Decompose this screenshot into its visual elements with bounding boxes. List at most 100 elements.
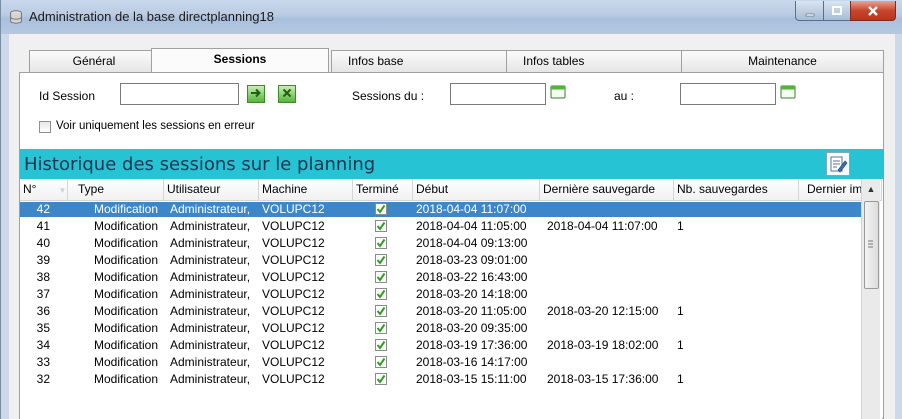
maximize-icon: [832, 6, 842, 15]
column-header-done[interactable]: Terminé: [353, 179, 413, 200]
table-row[interactable]: 40 Modification Administrateur, VOLUPC12 201…: [20, 236, 878, 251]
table-row[interactable]: 39 Modification Administrateur, VOLUPC12 201…: [20, 253, 878, 268]
database-icon: [10, 10, 22, 24]
only-errors-label: Voir uniquement les sessions en erreur: [56, 120, 255, 132]
cell-type: Modification: [94, 338, 159, 352]
table-row[interactable]: 33 Modification Administrateur, VOLUPC12 201…: [20, 355, 878, 370]
cell-number: 36: [36, 304, 50, 318]
done-checkbox: [375, 339, 387, 351]
column-header-label: Machine: [262, 182, 308, 196]
id-session-input[interactable]: [120, 83, 239, 105]
calendar-icon[interactable]: [780, 83, 796, 99]
close-icon: [868, 6, 878, 16]
done-checkbox: [375, 203, 387, 215]
column-header-number[interactable]: N° ▼: [20, 179, 68, 200]
column-header-label: Début: [416, 182, 449, 196]
cell-user: Administrateur,: [170, 338, 251, 352]
cell-number: 34: [36, 338, 50, 352]
tab-general[interactable]: Général: [29, 50, 159, 72]
cell-start: 2018-03-20 14:18:00: [416, 287, 528, 301]
check-icon: [376, 289, 386, 299]
column-header-type[interactable]: Type: [68, 179, 164, 200]
tab-label: Infos tables: [523, 54, 585, 68]
calendar-icon[interactable]: [550, 83, 566, 99]
sessions-to-date-input[interactable]: [680, 83, 776, 105]
only-errors-checkbox[interactable]: [39, 121, 51, 133]
table-row[interactable]: 34 Modification Administrateur, VOLUPC12 201…: [20, 338, 878, 353]
cell-user: Administrateur,: [170, 236, 251, 250]
column-header-machine[interactable]: Machine: [259, 179, 353, 200]
tab-label: Général: [72, 54, 116, 68]
column-header-label: Terminé: [356, 182, 399, 196]
grip-icon: [868, 240, 873, 248]
cell-machine: VOLUPC12: [262, 219, 325, 233]
sessions-from-label: Sessions du :: [352, 89, 425, 103]
scroll-up-arrow-icon[interactable]: ▲: [862, 179, 880, 200]
title-bar: Administration de la base directplanning…: [1, 0, 902, 34]
cell-last-save: 2018-03-15 17:36:00: [547, 372, 659, 386]
cell-number: 40: [36, 236, 50, 250]
cell-type: Modification: [94, 202, 159, 216]
close-button[interactable]: [850, 1, 896, 21]
to-label: au :: [614, 89, 635, 103]
tab-infos-base[interactable]: Infos base: [331, 50, 511, 72]
column-header-save-count[interactable]: Nb. sauvegardes: [674, 179, 799, 200]
table-row[interactable]: 32 Modification Administrateur, VOLUPC12 201…: [20, 372, 878, 387]
cell-type: Modification: [94, 372, 159, 386]
minimize-button[interactable]: [795, 1, 824, 21]
cell-machine: VOLUPC12: [262, 355, 325, 369]
tab-infos-tables[interactable]: Infos tables: [506, 50, 686, 72]
cell-type: Modification: [94, 287, 159, 301]
check-icon: [376, 238, 386, 248]
vertical-scrollbar[interactable]: ▲: [861, 179, 880, 419]
cell-machine: VOLUPC12: [262, 372, 325, 386]
sessions-grid: N° ▼ Type Utilisateur Machine Terminé Déb…: [20, 179, 882, 419]
cell-start: 2018-03-20 11:05:00: [416, 304, 527, 318]
cell-number: 39: [36, 253, 50, 267]
cell-type: Modification: [94, 355, 159, 369]
tab-sessions[interactable]: Sessions: [151, 48, 329, 72]
cell-user: Administrateur,: [170, 372, 251, 386]
cell-start: 2018-03-19 17:36:00: [416, 338, 528, 352]
table-row[interactable]: 42 Modification Administrateur, VOLUPC12 201…: [20, 202, 878, 217]
cell-number: 42: [36, 202, 50, 216]
cell-last-save: 2018-03-19 18:02:00: [547, 338, 659, 352]
tab-maintenance[interactable]: Maintenance: [681, 50, 884, 72]
table-row[interactable]: 35 Modification Administrateur, VOLUPC12 201…: [20, 321, 878, 336]
done-checkbox: [375, 288, 387, 300]
cell-type: Modification: [94, 219, 159, 233]
tab-label: Maintenance: [748, 54, 817, 68]
table-row[interactable]: 37 Modification Administrateur, VOLUPC12 201…: [20, 287, 878, 302]
cell-machine: VOLUPC12: [262, 287, 325, 301]
cell-user: Administrateur,: [170, 304, 251, 318]
column-header-label: Utilisateur: [167, 182, 221, 196]
clear-button[interactable]: [278, 85, 296, 103]
column-header-last-save[interactable]: Dernière sauvegarde: [540, 179, 674, 200]
maximize-button[interactable]: [823, 1, 851, 21]
go-button[interactable]: [247, 85, 265, 103]
table-row[interactable]: 41 Modification Administrateur, VOLUPC12 201…: [20, 219, 878, 234]
column-header-start[interactable]: Début: [413, 179, 540, 200]
cell-type: Modification: [94, 253, 159, 267]
done-checkbox: [375, 373, 387, 385]
cell-start: 2018-03-23 09:01:00: [416, 253, 528, 267]
sessions-from-date-input[interactable]: [450, 83, 546, 105]
check-icon: [376, 340, 386, 350]
tab-label: Infos base: [348, 54, 404, 68]
cell-user: Administrateur,: [170, 253, 251, 267]
table-row[interactable]: 36 Modification Administrateur, VOLUPC12 201…: [20, 304, 878, 319]
cell-machine: VOLUPC12: [262, 338, 325, 352]
cell-save-count: 1: [677, 304, 684, 318]
cell-machine: VOLUPC12: [262, 270, 325, 284]
cell-user: Administrateur,: [170, 321, 251, 335]
report-edit-icon[interactable]: [826, 152, 850, 176]
cell-start: 2018-04-04 11:07:00: [416, 202, 527, 216]
cell-start: 2018-03-15 15:11:00: [416, 372, 527, 386]
column-header-user[interactable]: Utilisateur: [164, 179, 259, 200]
arrow-right-icon: [251, 88, 261, 98]
grid-header: N° ▼ Type Utilisateur Machine Terminé Déb…: [20, 179, 882, 201]
cell-start: 2018-04-04 11:05:00: [416, 219, 527, 233]
scrollbar-thumb[interactable]: [864, 201, 879, 289]
table-row[interactable]: 38 Modification Administrateur, VOLUPC12 201…: [20, 270, 878, 285]
cell-type: Modification: [94, 321, 159, 335]
